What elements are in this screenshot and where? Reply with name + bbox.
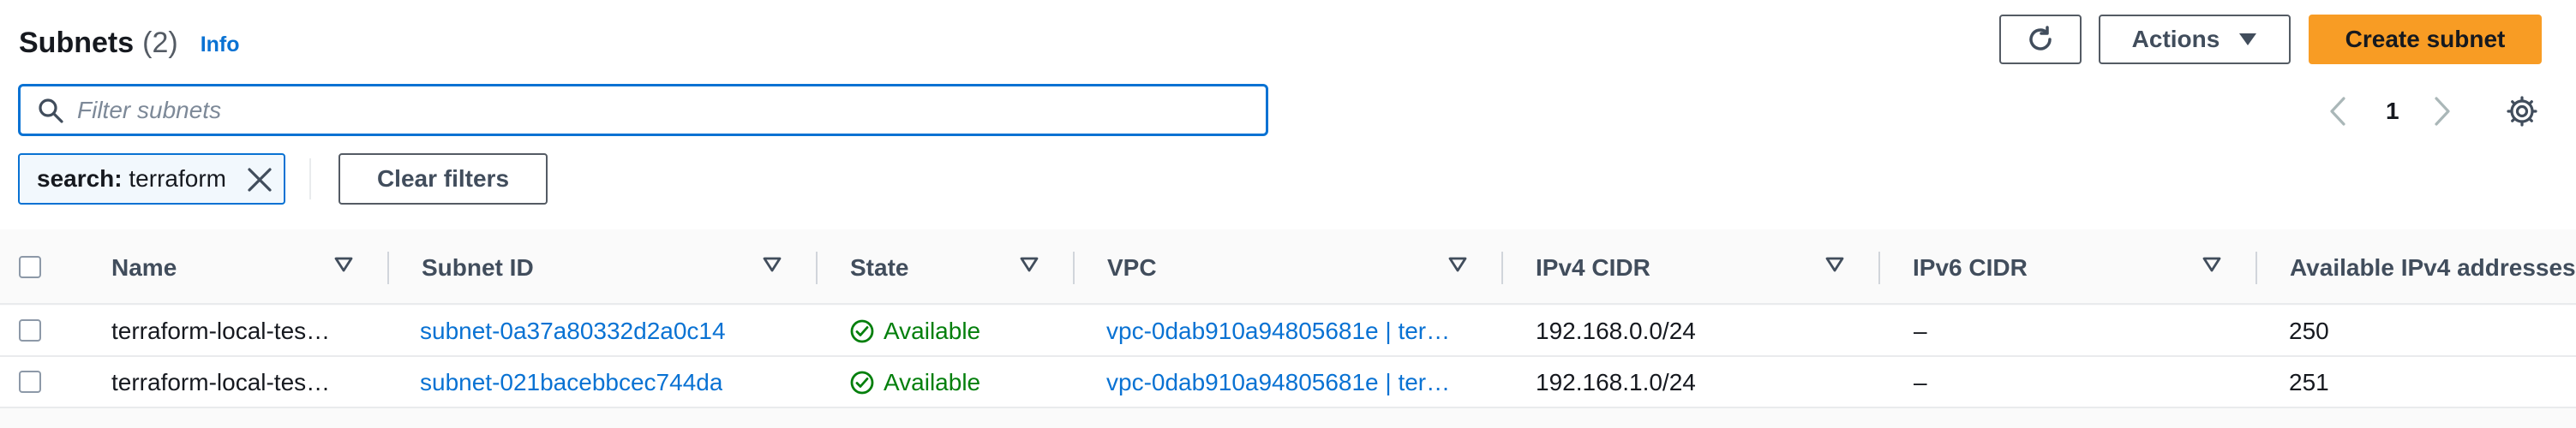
table-header: Name Subnet ID State VPC IPv4 CIDR IPv6 … (0, 231, 2576, 305)
sort-caret-icon[interactable] (1020, 257, 1039, 272)
actions-label: Actions (2131, 26, 2220, 52)
column-header-name[interactable]: Name (111, 231, 177, 305)
filter-subnets-input[interactable] (77, 96, 1191, 124)
refresh-icon (2029, 26, 2052, 51)
cell-subnet-id-link[interactable]: subnet-021bacebbcec744da (420, 357, 722, 408)
column-divider[interactable] (816, 252, 818, 284)
chevron-right-icon (2435, 97, 2450, 126)
column-header-state[interactable]: State (850, 231, 908, 305)
previous-page-button[interactable] (2327, 86, 2348, 137)
preferences-button[interactable] (2506, 86, 2538, 137)
cell-ipv6-cidr: – (1914, 318, 1927, 344)
sort-caret-icon[interactable] (763, 257, 782, 272)
check-circle-icon (850, 371, 874, 395)
cell-ipv4-cidr: 192.168.1.0/24 (1536, 369, 1696, 395)
page-title: Subnets (19, 26, 135, 59)
column-header-vpc[interactable]: VPC (1107, 231, 1157, 305)
cell-name: terraform-local-tes… (111, 318, 331, 344)
close-icon (248, 168, 272, 192)
page-header: Subnets (2) Info (19, 17, 240, 68)
table-row[interactable]: terraform-local-tes… subnet-021bacebbcec… (0, 357, 2576, 408)
chevron-left-icon (2330, 97, 2345, 126)
cell-available-ipv4: 251 (2289, 369, 2329, 395)
sort-caret-icon[interactable] (1448, 257, 1467, 272)
create-subnet-button[interactable]: Create subnet (2309, 15, 2542, 64)
refresh-button[interactable] (1999, 15, 2082, 64)
search-icon (39, 98, 63, 123)
page-number[interactable]: 1 (2386, 86, 2399, 137)
cell-vpc-link[interactable]: vpc-0dab910a94805681e | ter… (1106, 306, 1466, 357)
table-row[interactable]: terraform-local-tes… subnet-0a37a80332d2… (0, 306, 2576, 357)
filter-subnets-field[interactable] (18, 84, 1268, 136)
cell-ipv4-cidr: 192.168.0.0/24 (1536, 318, 1696, 344)
select-all-checkbox[interactable] (19, 256, 41, 278)
column-header-ipv6-cidr[interactable]: IPv6 CIDR (1913, 231, 2028, 305)
column-header-subnet-id[interactable]: Subnet ID (422, 231, 534, 305)
info-link[interactable]: Info (201, 33, 240, 57)
check-circle-icon (850, 319, 874, 343)
cell-subnet-id-link[interactable]: subnet-0a37a80332d2a0c14 (420, 306, 726, 357)
cell-name: terraform-local-tes… (111, 369, 331, 395)
cell-state: Available (849, 357, 980, 408)
row-checkbox[interactable] (19, 319, 41, 342)
token-value: terraform (129, 165, 226, 192)
sort-caret-icon[interactable] (2202, 257, 2221, 272)
cell-state: Available (849, 306, 980, 357)
cell-vpc-link[interactable]: vpc-0dab910a94805681e | ter… (1106, 357, 1466, 408)
state-label: Available (884, 369, 981, 395)
sort-caret-icon[interactable] (1825, 257, 1844, 272)
filter-divider (309, 158, 311, 199)
column-divider[interactable] (1878, 252, 1880, 284)
remove-token-button[interactable] (246, 166, 273, 199)
sort-caret-icon[interactable] (334, 257, 353, 272)
subnet-count: (2) (142, 26, 178, 59)
state-label: Available (884, 318, 981, 344)
row-checkbox[interactable] (19, 371, 41, 393)
cell-ipv6-cidr: – (1914, 369, 1927, 395)
gear-icon (2507, 96, 2537, 127)
caret-down-icon (2239, 33, 2257, 45)
filter-token: search: terraform (18, 153, 285, 205)
clear-filters-button[interactable]: Clear filters (338, 153, 548, 205)
next-page-button[interactable] (2432, 86, 2453, 137)
column-divider[interactable] (1501, 252, 1503, 284)
column-header-available-ipv4[interactable]: Available IPv4 addresses (2290, 231, 2576, 305)
actions-button[interactable]: Actions (2099, 15, 2291, 64)
token-key: search: (37, 165, 123, 192)
column-header-ipv4-cidr[interactable]: IPv4 CIDR (1536, 231, 1650, 305)
column-divider[interactable] (387, 252, 389, 284)
column-divider[interactable] (1073, 252, 1075, 284)
column-divider[interactable] (2255, 252, 2257, 284)
cell-available-ipv4: 250 (2289, 318, 2329, 344)
